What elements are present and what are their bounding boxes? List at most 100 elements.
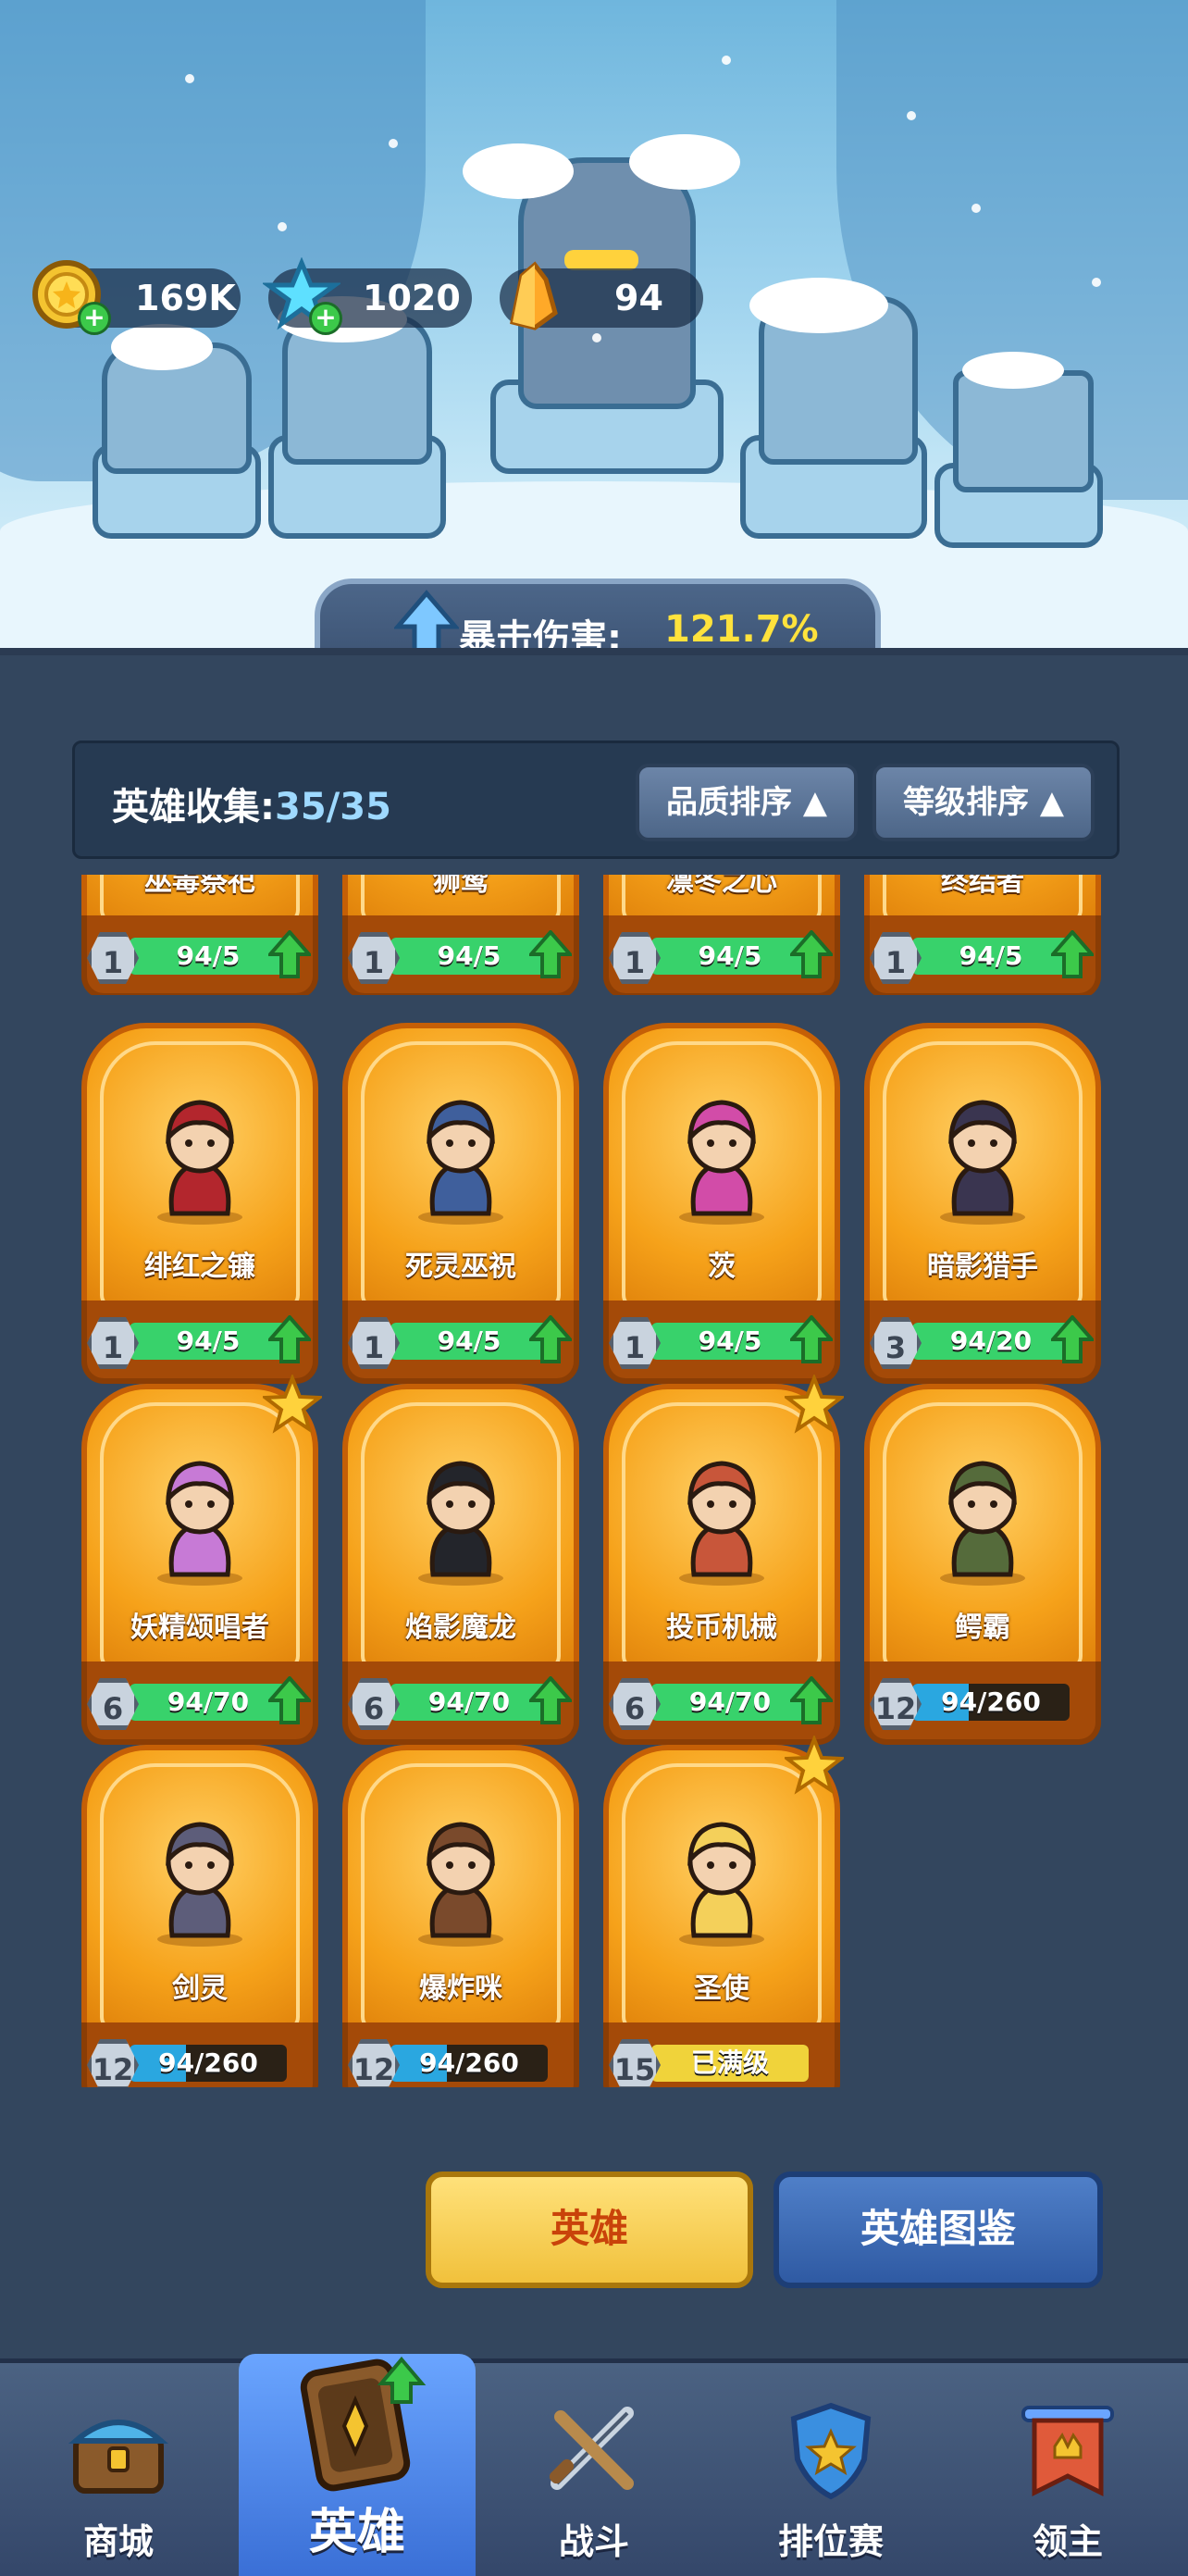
upgrade-arrow-icon[interactable] — [529, 930, 572, 978]
shadow-dragon-icon — [418, 1461, 503, 1586]
hero-progress-text: 94/260 — [419, 2047, 519, 2078]
upgrade-arrow-icon[interactable] — [268, 1676, 311, 1724]
star-icon — [785, 1375, 844, 1434]
sort-quality-label: 品质排序 — [666, 784, 792, 821]
hero-card[interactable]: 茨 94/5 1 — [603, 1023, 840, 1384]
hero-card[interactable]: 鳄霸 94/260 12 — [864, 1384, 1101, 1745]
hero-collection-bar: 英雄收集:35/35 品质排序 ▲ 等级排序 ▲ — [72, 740, 1120, 859]
ice-statue-hall-background: + 169K + 1020 94 暴击伤害: 121.7% — [0, 0, 1188, 648]
hero-progress-bar: 94/5 — [130, 1323, 287, 1360]
nav-ranked[interactable]: 排位赛 — [712, 2363, 949, 2576]
crystals-value: 94 — [614, 278, 663, 318]
hero-progress-bar: 94/20 — [912, 1323, 1070, 1360]
hero-name: 绯红之镰 — [144, 1251, 255, 1283]
necromancer-icon — [418, 1100, 503, 1225]
hero-progress-text: 94/70 — [167, 1686, 250, 1717]
sort-quality-button[interactable]: 品质排序 ▲ — [636, 764, 858, 841]
angel-icon — [679, 1822, 764, 1947]
partial-hero-card[interactable]: 凛冬之心 94/5 1 — [603, 875, 840, 995]
bottom-nav: 商城 英雄 战斗 排位赛 领主 — [0, 2354, 1188, 2576]
chest-icon — [68, 2420, 169, 2494]
hero-card[interactable]: 剑灵 94/260 12 — [81, 1745, 318, 2087]
partial-hero-card[interactable]: 巫毒祭祀 94/5 1 — [81, 875, 318, 995]
add-gems-icon[interactable]: + — [309, 302, 342, 335]
upgrade-arrow-icon[interactable] — [529, 1315, 572, 1363]
rank-shield-icon — [790, 2402, 872, 2500]
scythe-demon-icon — [157, 1100, 242, 1225]
hero-name: 狮鹫 — [433, 875, 489, 898]
croc-brute-icon — [940, 1461, 1025, 1586]
sort-level-label: 等级排序 — [903, 784, 1029, 821]
crossed-swords-icon — [549, 2407, 634, 2490]
slot-machine-statue — [953, 370, 1094, 492]
nav-battle[interactable]: 战斗 — [476, 2363, 712, 2576]
hero-card[interactable]: 焰影魔龙 94/70 6 — [342, 1384, 579, 1745]
partial-hero-card[interactable]: 狮鹫 94/5 1 — [342, 875, 579, 995]
hero-card[interactable]: 爆炸咪 94/260 12 — [342, 1745, 579, 2087]
hero-card[interactable]: 圣使 已满级 15 — [603, 1736, 844, 2087]
sort-level-button[interactable]: 等级排序 ▲ — [872, 764, 1095, 841]
hero-progress-bar: 94/260 — [130, 2045, 287, 2082]
hero-name: 死灵巫祝 — [405, 1251, 516, 1283]
hero-progress-text: 94/5 — [176, 1325, 241, 1356]
hero-card[interactable]: 妖精颂唱者 94/70 6 — [81, 1375, 322, 1745]
nav-battle-label: 战斗 — [558, 2521, 629, 2562]
upgrade-arrow-icon[interactable] — [790, 1315, 833, 1363]
hero-card[interactable]: 投币机械 94/70 6 — [603, 1375, 844, 1745]
hero-name: 爆炸咪 — [419, 1972, 502, 2005]
hero-name: 焰影魔龙 — [405, 1612, 516, 1644]
crystal-counter[interactable]: 94 — [500, 261, 703, 330]
gem-counter[interactable]: + 1020 — [263, 257, 472, 335]
bomb-cat-icon — [418, 1822, 503, 1947]
hero-grid: 巫毒祭祀 94/5 1 狮鹫 94/5 1 凛冬之心 94/5 1 终结者 94/5 1 绯红之镰 94… — [81, 875, 1108, 2087]
hero-progress-text: 94/5 — [698, 1325, 762, 1356]
upgrade-arrow-icon[interactable] — [790, 930, 833, 978]
nav-ranked-label: 排位赛 — [777, 2521, 884, 2562]
nav-shop[interactable]: 商城 — [0, 2363, 237, 2576]
triangle-up-icon: ▲ — [1039, 784, 1064, 821]
slot-machine-icon — [679, 1461, 764, 1586]
hero-name: 终结者 — [941, 875, 1024, 898]
hero-row-partial: 巫毒祭祀 94/5 1 狮鹫 94/5 1 凛冬之心 94/5 1 终结者 94/5 1 — [81, 875, 1108, 995]
upgrade-arrow-icon[interactable] — [268, 1315, 311, 1363]
hero-progress-text: 94/70 — [688, 1686, 772, 1717]
hero-progress-bar: 94/70 — [130, 1684, 287, 1721]
hero-progress-text: 94/20 — [949, 1325, 1033, 1356]
hero-card[interactable]: 绯红之镰 94/5 1 — [81, 1023, 318, 1384]
hero-name: 茨 — [708, 1251, 736, 1283]
upgrade-arrow-icon[interactable] — [268, 930, 311, 978]
witch-girl-icon — [679, 1100, 764, 1225]
nav-shop-label: 商城 — [82, 2521, 154, 2562]
hero-progress-bar: 94/5 — [390, 938, 548, 975]
upgrade-arrow-icon[interactable] — [790, 1676, 833, 1724]
nav-heroes[interactable]: 英雄 — [239, 2354, 476, 2576]
hero-progress-text: 已满级 — [690, 2047, 769, 2078]
hero-codex-button[interactable]: 英雄图鉴 — [773, 2172, 1103, 2288]
gold-counter[interactable]: + 169K — [32, 260, 241, 335]
add-gold-icon[interactable]: + — [78, 302, 111, 335]
crit-damage-value: 121.7% — [664, 608, 819, 648]
hero-name: 投币机械 — [666, 1612, 777, 1644]
hero-progress-bar: 已满级 — [651, 2045, 809, 2082]
upgrade-arrow-icon[interactable] — [529, 1676, 572, 1724]
collection-count: 35/35 — [275, 786, 391, 828]
sword-spirit-icon — [157, 1822, 242, 1947]
hero-progress-bar: 94/5 — [390, 1323, 548, 1360]
shadow-hunter-icon — [940, 1100, 1025, 1225]
nav-heroes-label: 英雄 — [308, 2505, 405, 2560]
hero-card[interactable]: 死灵巫祝 94/5 1 — [342, 1023, 579, 1384]
nav-lord[interactable]: 领主 — [949, 2363, 1186, 2576]
partial-hero-card[interactable]: 终结者 94/5 1 — [864, 875, 1101, 995]
hero-progress-bar: 94/70 — [390, 1684, 548, 1721]
hero-name: 圣使 — [694, 1972, 749, 2005]
fairy-singer-icon — [157, 1461, 242, 1586]
hero-progress-text: 94/5 — [959, 940, 1023, 971]
gold-value: 169K — [135, 278, 236, 318]
hero-tab-button[interactable]: 英雄 — [426, 2172, 753, 2288]
hero-card[interactable]: 暗影猎手 94/20 3 — [864, 1023, 1101, 1384]
nav-lord-label: 领主 — [1032, 2521, 1103, 2562]
hero-progress-bar: 94/5 — [912, 938, 1070, 975]
upgrade-arrow-icon[interactable] — [1051, 1315, 1094, 1363]
upgrade-arrow-icon[interactable] — [1051, 930, 1094, 978]
hero-progress-bar: 94/260 — [390, 2045, 548, 2082]
